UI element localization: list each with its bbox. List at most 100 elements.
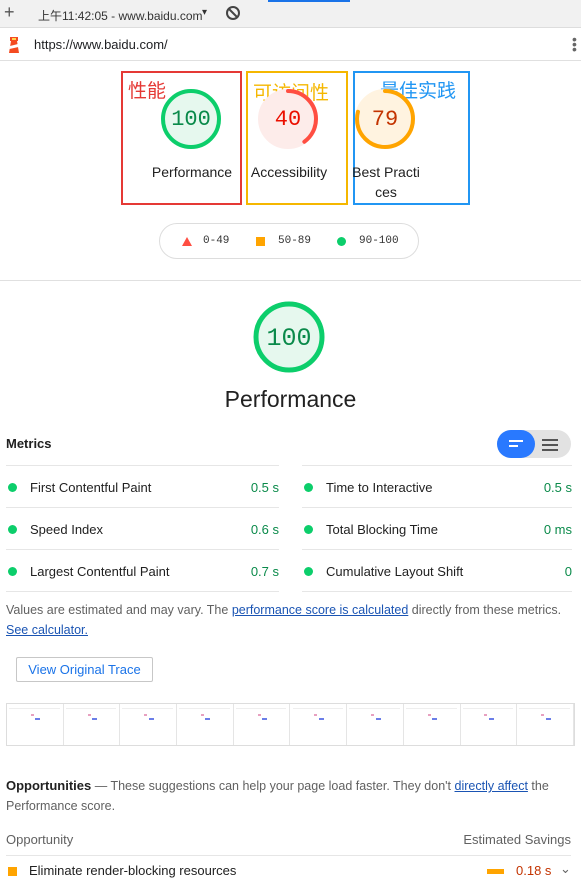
filmstrip-frame	[120, 704, 178, 745]
metric-first-contentful-paint: First Contentful Paint 0.5 s	[6, 465, 279, 507]
frame-header-line	[179, 708, 230, 709]
browser-tab-bar: + 上午11:42:05 - www.baidu.com ▾	[0, 0, 581, 28]
chevron-down-icon[interactable]: ▾	[202, 7, 207, 18]
frame-header-line	[349, 708, 400, 709]
metric-name: First Contentful Paint	[30, 480, 152, 495]
legend-range: 50-89	[278, 235, 312, 247]
filmstrip-frame	[517, 704, 574, 745]
score-legend: 0-49 50-89 90-100	[159, 223, 419, 259]
frame-logo-mark	[314, 714, 318, 716]
frame-search-mark	[148, 718, 154, 720]
metric-name: Time to Interactive	[326, 480, 433, 495]
frame-search-mark	[262, 718, 268, 720]
filmstrip-frame	[233, 704, 291, 745]
metric-total-blocking-time: Total Blocking Time 0 ms	[302, 507, 572, 549]
frame-header-line	[519, 708, 570, 709]
metric-value: 0	[564, 564, 572, 579]
metrics-note: Values are estimated and may vary. The p…	[6, 600, 566, 640]
average-square-icon	[8, 867, 17, 876]
score-value: 40	[274, 107, 302, 132]
metric-largest-contentful-paint: Largest Contentful Paint 0.7 s	[6, 549, 279, 591]
frame-header-line	[9, 708, 60, 709]
metric-value: 0.7 s	[250, 564, 279, 579]
best-practices-score-gauge[interactable]: 79	[353, 87, 417, 151]
opportunity-table-header: Opportunity Estimated Savings	[6, 832, 571, 847]
pass-circle-icon	[8, 525, 17, 534]
performance-score-gauge[interactable]: 100	[159, 87, 223, 151]
directly-affect-link[interactable]: directly affect	[455, 779, 528, 793]
screenshot-filmstrip	[6, 703, 575, 746]
toggle-list-view[interactable]	[542, 439, 558, 454]
opportunities-heading: Opportunities	[6, 778, 92, 793]
pass-circle-icon	[337, 237, 346, 246]
score-calculated-link[interactable]: performance score is calculated	[232, 603, 408, 617]
metric-time-to-interactive: Time to Interactive 0.5 s	[302, 465, 572, 507]
performance-score-value: 100	[266, 324, 312, 353]
frame-logo-mark	[144, 714, 148, 716]
metrics-heading: Metrics	[6, 436, 52, 451]
frame-header-line	[292, 708, 344, 709]
new-tab-button[interactable]: +	[4, 3, 15, 21]
filmstrip-frame	[347, 704, 404, 745]
see-calculator-link[interactable]: See calculator.	[6, 623, 88, 637]
savings-bar	[487, 869, 504, 874]
metric-name: Largest Contentful Paint	[30, 564, 170, 579]
filmstrip-frame	[7, 704, 64, 745]
url-field[interactable]: https://www.baidu.com/	[34, 37, 168, 52]
pass-circle-icon	[304, 483, 313, 492]
legend-range: 0-49	[203, 235, 230, 247]
pass-circle-icon	[8, 567, 17, 576]
performance-title: Performance	[224, 386, 357, 412]
frame-header-line	[65, 708, 117, 709]
frame-logo-mark	[427, 714, 431, 716]
category-label: Performance	[151, 164, 233, 180]
metric-value: 0.5 s	[543, 480, 572, 495]
opportunity-name: Eliminate render-blocking resources	[29, 863, 237, 878]
frame-logo-mark	[541, 714, 545, 716]
opportunity-row[interactable]: Eliminate render-blocking resources 0.18…	[6, 855, 571, 885]
opportunities-intro: Opportunities — These suggestions can he…	[6, 776, 566, 816]
active-tab-indicator	[268, 0, 350, 2]
frame-search-mark	[318, 718, 324, 720]
frame-search-mark	[375, 718, 381, 720]
tab-title[interactable]: 上午11:42:05 - www.baidu.com	[38, 7, 203, 24]
metric-name: Total Blocking Time	[326, 522, 438, 537]
toggle-summary-view[interactable]	[497, 430, 535, 458]
frame-search-mark	[92, 718, 98, 720]
metric-value: 0.5 s	[250, 480, 279, 495]
frame-header-line	[122, 708, 174, 709]
category-label: Best Practices	[352, 164, 420, 200]
fail-triangle-icon	[182, 237, 192, 246]
frame-search-mark	[35, 718, 41, 720]
opportunities-text: — These suggestions can help your page l…	[91, 779, 455, 793]
view-original-trace-button[interactable]: View Original Trace	[16, 657, 153, 682]
divider	[0, 280, 581, 281]
note-text: directly from these metrics.	[408, 603, 562, 617]
divider	[302, 591, 572, 592]
frame-logo-mark	[484, 714, 488, 716]
metric-cumulative-layout-shift: Cumulative Layout Shift 0	[302, 549, 572, 591]
accessibility-score-gauge[interactable]: 40	[256, 87, 320, 151]
note-text: Values are estimated and may vary. The	[6, 603, 232, 617]
filmstrip-frame	[177, 704, 234, 745]
category-label: Accessibility	[250, 164, 328, 180]
score-value: 100	[171, 107, 211, 132]
filmstrip-frame	[290, 704, 348, 745]
frame-header-line	[462, 708, 514, 709]
column-header-savings: Estimated Savings	[463, 832, 571, 847]
chevron-down-icon[interactable]: ⌄	[560, 861, 571, 877]
metric-value: 0 ms	[543, 522, 572, 537]
lighthouse-icon	[9, 37, 19, 53]
metrics-view-toggle[interactable]	[497, 430, 571, 458]
block-icon[interactable]	[226, 6, 240, 20]
more-menu-icon[interactable]: • • •	[572, 32, 577, 56]
metric-name: Speed Index	[30, 522, 104, 537]
opportunity-savings: 0.18 s	[516, 863, 552, 878]
frame-header-line	[405, 708, 457, 709]
metric-value: 0.6 s	[250, 522, 279, 537]
frame-search-mark	[205, 718, 211, 720]
average-square-icon	[256, 237, 265, 246]
metric-name: Cumulative Layout Shift	[326, 564, 464, 579]
performance-big-gauge: 100	[252, 300, 326, 374]
legend-range: 90-100	[359, 235, 399, 247]
